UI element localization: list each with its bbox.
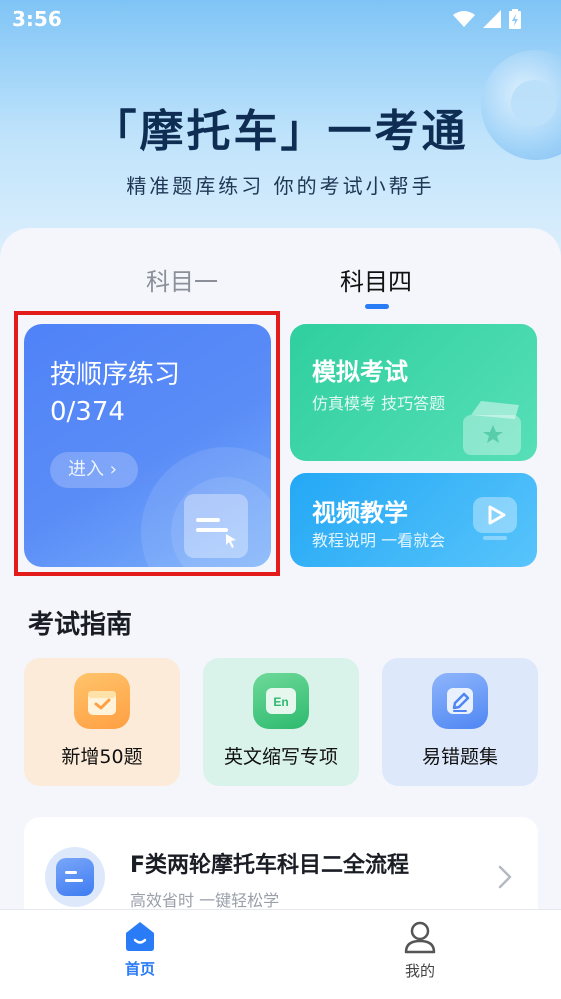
video-card-title: 视频教学 [312, 499, 408, 527]
nav-mine-label: 我的 [404, 962, 435, 980]
enter-button[interactable]: 进入 › [50, 452, 138, 488]
wifi-icon [453, 11, 475, 27]
user-icon [404, 921, 436, 954]
exam-box-icon [463, 401, 521, 455]
home-icon [126, 922, 154, 951]
mock-exam-title: 模拟考试 [312, 358, 408, 386]
status-icons [453, 9, 521, 29]
guide-error-prone[interactable]: 易错题集 [382, 658, 538, 786]
edit-icon [432, 673, 488, 729]
guide-english-abbr[interactable]: En 英文缩写专项 [203, 658, 359, 786]
play-icon [473, 497, 517, 540]
signal-icon [483, 10, 501, 28]
chevron-right-icon [498, 865, 512, 889]
practice-progress: 0/374 [50, 397, 125, 427]
enter-button-label: 进入 [68, 459, 104, 480]
nav-mine[interactable]: 我的 [370, 920, 470, 990]
status-bar: 3:56 [0, 0, 561, 38]
video-card-subtitle: 教程说明 一看就会 [312, 531, 446, 550]
document-list-icon [45, 847, 105, 907]
tab-indicator [365, 304, 389, 309]
nav-home-label: 首页 [124, 960, 155, 978]
mock-exam-subtitle: 仿真模考 技巧答题 [312, 394, 446, 413]
app-title: 「摩托车」一考通 [92, 106, 469, 157]
video-teaching-card[interactable]: 视频教学 教程说明 一看就会 [290, 473, 537, 567]
guide-new-questions[interactable]: 新增50题 [24, 658, 180, 786]
app-subtitle: 精准题库练习 你的考试小帮手 [126, 174, 435, 198]
battery-icon [509, 9, 521, 29]
guide-section-title: 考试指南 [28, 610, 133, 640]
guide-label: 英文缩写专项 [223, 746, 338, 768]
guide-label: 易错题集 [421, 746, 498, 768]
english-abbr-icon: En [253, 673, 309, 729]
tab-subject-one[interactable]: 科目一 [146, 262, 218, 297]
bottom-navigation: 首页 我的 [0, 909, 561, 999]
subject-tabs: 科目一 科目四 [0, 262, 561, 312]
svg-text:En: En [273, 695, 288, 709]
mock-exam-card[interactable]: 模拟考试 仿真模考 技巧答题 [290, 324, 537, 461]
tab-subject-four[interactable]: 科目四 [340, 262, 412, 297]
sequential-practice-card[interactable]: 按顺序练习 0/374 进入 › [24, 324, 271, 567]
practice-card-title: 按顺序练习 [50, 360, 181, 390]
flow-card-title: F类两轮摩托车科目二全流程 [130, 853, 410, 878]
guide-label: 新增50题 [61, 746, 143, 768]
status-time: 3:56 [12, 7, 62, 31]
calendar-check-icon [74, 673, 130, 729]
flow-card-subtitle: 高效省时 一键轻松学 [130, 891, 280, 910]
nav-home[interactable]: 首页 [90, 920, 190, 990]
chevron-right-icon: › [109, 459, 117, 480]
document-icon [184, 494, 248, 558]
